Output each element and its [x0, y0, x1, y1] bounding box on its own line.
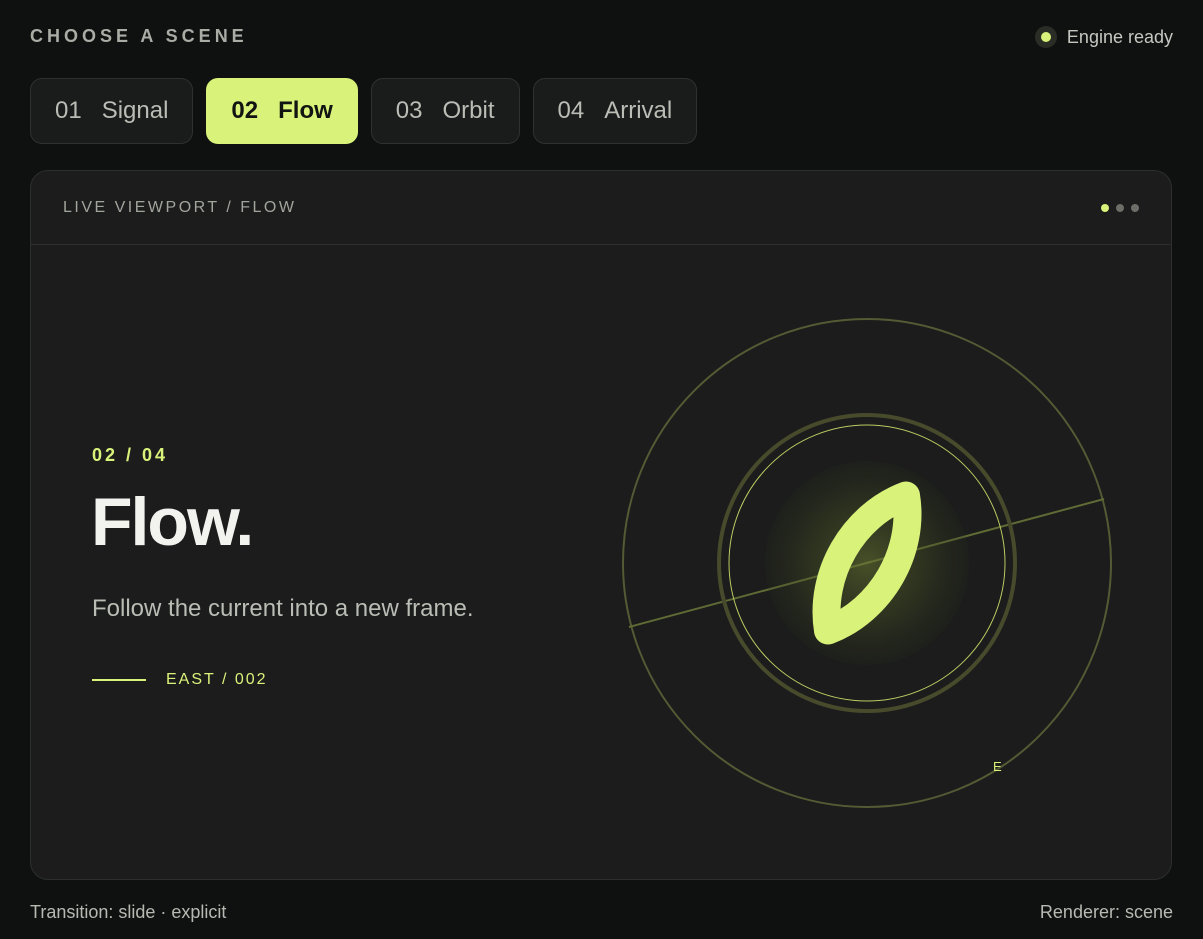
renderer-info: Renderer: scene [1039, 902, 1173, 922]
compass-label-east: E [993, 759, 1002, 774]
coordinate-label: EAST / 002 [166, 671, 268, 688]
tab-arrival[interactable]: 04 Arrival [532, 78, 698, 144]
inner-ring [728, 424, 1006, 702]
tab-number: 01 [55, 97, 82, 124]
pagination-dots [1101, 203, 1139, 212]
viewport-header: LIVE VIEWPORT / FLOW [31, 171, 1171, 245]
tab-label: Flow [278, 97, 333, 124]
status-dot-icon [1034, 26, 1057, 48]
tab-label: Signal [101, 97, 169, 124]
orbit-axis [628, 498, 1105, 628]
leaf-icon [812, 481, 922, 645]
status-label: Engine ready [1066, 26, 1173, 47]
pagination-dot-active[interactable] [1101, 203, 1109, 212]
scene-counter: 02 / 04 [92, 445, 169, 465]
live-viewport: LIVE VIEWPORT / FLOW E 02 / 04 Flow. Fol… [30, 170, 1172, 880]
scene-tabs: 01 Signal 02 Flow 03 Orbit 04 Arrival [30, 78, 710, 144]
tab-signal[interactable]: 01 Signal [30, 78, 194, 144]
scene-coordinate: EAST / 002 [92, 671, 268, 689]
scene-title: Flow. [91, 484, 254, 560]
pagination-dot[interactable] [1116, 203, 1124, 212]
page-heading: CHOOSE A SCENE [30, 26, 248, 46]
outer-ring [622, 318, 1112, 808]
inner-ring-outer [717, 413, 1017, 713]
tab-label: Orbit [442, 97, 495, 124]
pagination-dot[interactable] [1131, 203, 1139, 212]
scene-chooser-page: CHOOSE A SCENE Engine ready 01 Signal 02… [0, 0, 1203, 939]
tab-flow[interactable]: 02 Flow [206, 78, 358, 144]
engine-status: Engine ready [1034, 26, 1173, 48]
transition-info: Transition: slide · explicit [30, 902, 227, 922]
tab-number: 03 [395, 97, 423, 124]
tab-label: Arrival [604, 97, 673, 124]
scene-description: Follow the current into a new frame. [92, 595, 474, 622]
coordinate-rule [92, 679, 146, 681]
tab-number: 04 [557, 97, 585, 124]
tab-orbit[interactable]: 03 Orbit [370, 78, 520, 144]
tab-number: 02 [231, 97, 259, 124]
glow-disc [765, 461, 969, 665]
viewport-title: LIVE VIEWPORT / FLOW [63, 198, 297, 216]
